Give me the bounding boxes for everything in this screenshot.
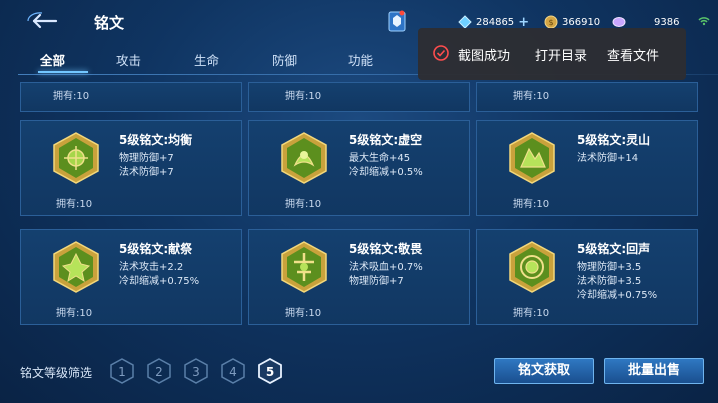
emblem-name: 5级铭文:灵山 <box>577 133 651 147</box>
crystal-icon <box>612 17 626 27</box>
emblem-stat: 法术防御+7 <box>119 167 174 178</box>
emblem-stat: 最大生命+45 <box>349 153 411 164</box>
toast-message: 截图成功 <box>458 49 511 64</box>
owned-count: 拥有:10 <box>285 91 322 102</box>
emblem-name: 5级铭文:均衡 <box>119 133 193 147</box>
awe-emblem-icon <box>281 241 327 293</box>
tab-defense[interactable]: 防御 <box>272 50 297 69</box>
emblem-card-partial[interactable]: 拥有:10 <box>20 82 242 112</box>
emblem-stats: 物理防御+7 法术防御+7 <box>119 152 174 180</box>
level-filter-label: 铭文等级筛选 <box>20 366 93 380</box>
level-number: 2 <box>155 365 163 379</box>
emblem-card[interactable]: 5级铭文:献祭 法术攻击+2.2 冷却缩减+0.75% 拥有:10 <box>20 229 242 325</box>
emblem-stat: 冷却缩减+0.5% <box>349 167 423 178</box>
level-number: 5 <box>266 365 274 379</box>
gold-value: 366910 <box>562 16 601 28</box>
diamond-value: 284865 <box>476 16 515 28</box>
emblem-stat: 冷却缩减+0.75% <box>119 276 200 287</box>
emblem-stats: 法术防御+14 <box>577 152 638 166</box>
owned-count: 拥有:10 <box>513 308 550 319</box>
level-filter-3[interactable]: 3 <box>184 358 208 384</box>
spirit-mountain-emblem-icon <box>509 132 555 184</box>
tab-attack[interactable]: 攻击 <box>116 50 141 69</box>
emblem-name: 5级铭文:献祭 <box>119 242 193 256</box>
emblem-card[interactable]: 5级铭文:敬畏 法术吸血+0.7% 物理防御+7 拥有:10 <box>248 229 470 325</box>
balance-emblem-icon <box>53 132 99 184</box>
emblem-stat: 冷却缩减+0.75% <box>577 290 658 301</box>
emblem-stat: 物理防御+3.5 <box>577 262 642 273</box>
sacrifice-emblem-icon <box>53 241 99 293</box>
svg-text:$: $ <box>548 18 553 27</box>
level-filter-2[interactable]: 2 <box>147 358 171 384</box>
owned-count: 拥有:10 <box>53 91 90 102</box>
emblem-stats: 法术吸血+0.7% 物理防御+7 <box>349 261 423 289</box>
void-emblem-icon <box>281 132 327 184</box>
emblem-stats: 法术攻击+2.2 冷却缩减+0.75% <box>119 261 199 289</box>
page-title: 铭文 <box>94 14 125 32</box>
owned-count: 拥有:10 <box>513 199 550 210</box>
gold-coin-icon: $ <box>544 15 558 29</box>
emblem-card[interactable]: 5级铭文:均衡 物理防御+7 法术防御+7 拥有:10 <box>20 120 242 216</box>
level-filter-4[interactable]: 4 <box>221 358 245 384</box>
active-tab-indicator <box>38 71 88 73</box>
emblem-stat: 物理防御+7 <box>349 276 404 287</box>
owned-count: 拥有:10 <box>285 199 322 210</box>
emblem-stat: 法术吸血+0.7% <box>349 262 423 273</box>
owned-count: 拥有:10 <box>513 91 550 102</box>
emblem-stat: 法术防御+3.5 <box>577 276 642 287</box>
bulk-sell-button[interactable]: 批量出售 <box>604 358 704 384</box>
emblem-stat: 法术攻击+2.2 <box>119 262 184 273</box>
screenshot-toast: 截图成功 打开目录 查看文件 <box>418 28 686 80</box>
level-number: 1 <box>118 365 126 379</box>
owned-count: 拥有:10 <box>56 308 93 319</box>
level-filter-1[interactable]: 1 <box>110 358 134 384</box>
owned-count: 拥有:10 <box>56 199 93 210</box>
tab-utility[interactable]: 功能 <box>348 50 373 69</box>
crystal-value: 9386 <box>654 16 680 28</box>
emblem-card-partial[interactable]: 拥有:10 <box>248 82 470 112</box>
emblem-card-partial[interactable]: 拥有:10 <box>476 82 698 112</box>
emblem-stats: 物理防御+3.5 法术防御+3.5 冷却缩减+0.75% <box>577 261 657 303</box>
level-filter-5[interactable]: 5 <box>258 358 282 384</box>
check-circle-icon <box>433 45 449 61</box>
view-file-link[interactable]: 查看文件 <box>607 45 659 64</box>
open-folder-link[interactable]: 打开目录 <box>535 45 587 64</box>
emblem-stat: 物理防御+7 <box>119 153 174 164</box>
tab-all[interactable]: 全部 <box>40 50 65 69</box>
back-arrow-icon[interactable] <box>26 11 60 31</box>
level-number: 4 <box>229 365 237 379</box>
emblem-card[interactable]: 5级铭文:灵山 法术防御+14 拥有:10 <box>476 120 698 216</box>
echo-emblem-icon <box>509 241 555 293</box>
emblem-acquire-button[interactable]: 铭文获取 <box>494 358 594 384</box>
diamond-gem-icon <box>458 15 472 29</box>
tab-health[interactable]: 生命 <box>194 50 219 69</box>
emblem-page-icon[interactable] <box>388 10 406 32</box>
emblem-card[interactable]: 5级铭文:回声 物理防御+3.5 法术防御+3.5 冷却缩减+0.75% 拥有:… <box>476 229 698 325</box>
emblem-name: 5级铭文:虚空 <box>349 133 423 147</box>
emblem-name: 5级铭文:敬畏 <box>349 242 423 256</box>
emblem-stats: 最大生命+45 冷却缩减+0.5% <box>349 152 423 180</box>
emblem-stat: 法术防御+14 <box>577 153 639 164</box>
level-number: 3 <box>192 365 200 379</box>
owned-count: 拥有:10 <box>285 308 322 319</box>
wifi-icon <box>698 17 710 26</box>
emblem-card[interactable]: 5级铭文:虚空 最大生命+45 冷却缩减+0.5% 拥有:10 <box>248 120 470 216</box>
emblem-name: 5级铭文:回声 <box>577 242 651 256</box>
